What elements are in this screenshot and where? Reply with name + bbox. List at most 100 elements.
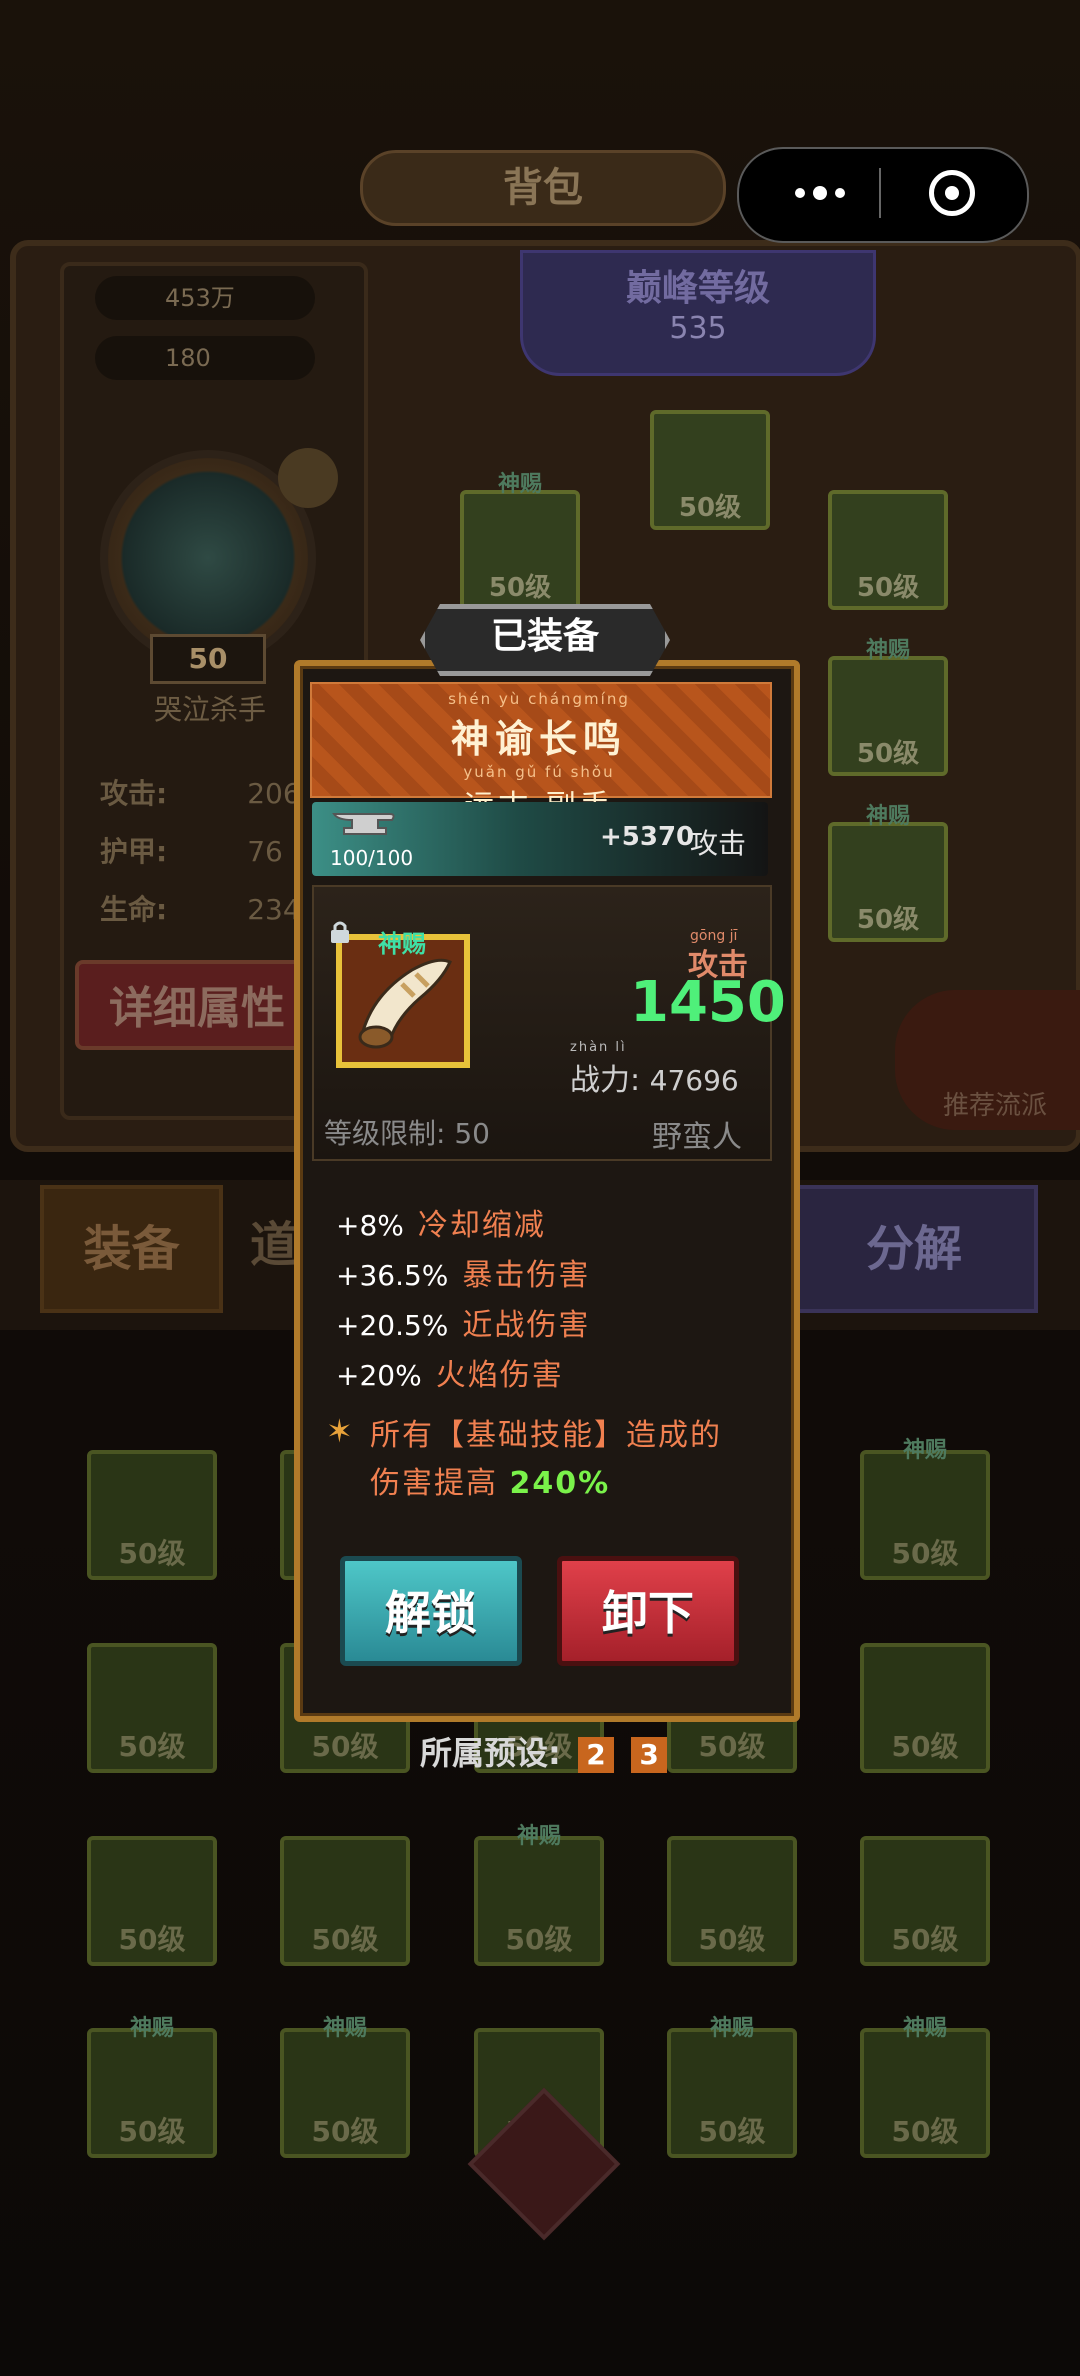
power-label: 战力: <box>570 1063 641 1098</box>
affix-row: +20% 火焰伤害 <box>336 1350 564 1394</box>
preset-row: 所属预设: 2 3 <box>420 1728 668 1774</box>
divine-tag: 神赐 <box>378 930 426 958</box>
inventory-slot[interactable]: 50级 <box>87 1836 217 1966</box>
gem-amount: 180 <box>95 336 315 380</box>
slot-level: 50级 <box>856 739 920 769</box>
affix-value: +20.5% <box>336 1309 449 1342</box>
equip-slot[interactable]: 神赐 50级 <box>460 472 580 610</box>
slot-level: 50级 <box>311 1923 379 1956</box>
backpack-title-text: 背包 <box>503 165 583 211</box>
skill-effect-line1: 所有【基础技能】造成的 <box>370 1418 722 1453</box>
inventory-slot[interactable]: 50级 <box>860 1836 990 1966</box>
lock-icon[interactable] <box>328 920 352 944</box>
skill-effect-value: 240% <box>509 1466 611 1501</box>
decompose-button[interactable]: 分解 <box>790 1185 1038 1313</box>
slot-tag: 神赐 <box>129 2016 174 2041</box>
anvil-icon <box>332 813 395 835</box>
item-name: 神谕长鸣 <box>450 717 627 761</box>
slot-tag: 神赐 <box>902 2016 947 2041</box>
affix-row: +8% 冷却缩减 <box>336 1200 546 1244</box>
slot-tag: 神赐 <box>497 472 542 497</box>
tab-items[interactable]: 道 <box>250 1205 298 1275</box>
slot-tag: 神赐 <box>902 1438 947 1463</box>
slot-level: 50级 <box>118 1923 186 1956</box>
slot-tag: 神赐 <box>865 804 910 829</box>
stat-attack-label: 攻击: <box>100 777 168 810</box>
level-requirement: 等级限制: 50 <box>324 1112 490 1152</box>
slot-level: 50级 <box>698 1730 766 1763</box>
stat-armor: 护甲: 76 <box>100 830 283 870</box>
attack-value: 1450 <box>630 970 786 1035</box>
inventory-slot[interactable]: 神赐 50级 <box>860 1438 990 1580</box>
forge-bonus-value: +5370 <box>600 822 695 852</box>
inventory-slot[interactable]: 神赐 50级 <box>87 2016 217 2158</box>
affix-desc: 火焰伤害 <box>435 1358 564 1393</box>
level-requirement-label: 等级限制: <box>324 1117 446 1150</box>
slot-level: 50级 <box>856 573 920 603</box>
inventory-slot[interactable]: 50级 <box>280 1836 410 1966</box>
affix-value: +8% <box>336 1209 404 1242</box>
power-value: 47696 <box>649 1064 739 1097</box>
peak-level-banner: 巅峰等级 535 <box>520 250 876 376</box>
slot-level: 50级 <box>891 1730 959 1763</box>
gold-amount: 453万 <box>95 276 315 320</box>
star-icon: ✶ <box>326 1412 353 1450</box>
skill-effect-prefix: 伤害提高 <box>370 1466 498 1501</box>
inventory-slot[interactable]: 50级 <box>87 1450 217 1580</box>
player-level-badge: 50 <box>150 634 266 684</box>
equip-slot[interactable]: 50级 <box>650 410 770 530</box>
slot-level: 50级 <box>891 1923 959 1956</box>
slot-tag: 神赐 <box>322 2016 367 2041</box>
equip-slot[interactable]: 神赐 50级 <box>828 804 948 942</box>
slot-level: 50级 <box>118 1537 186 1570</box>
inventory-slot[interactable]: 50级 <box>860 1643 990 1773</box>
equipped-banner: 已装备 <box>420 604 670 676</box>
slot-level: 50级 <box>698 1923 766 1956</box>
stat-armor-label: 护甲: <box>100 835 168 868</box>
slot-tag: 神赐 <box>709 2016 754 2041</box>
inventory-slot[interactable]: 神赐 50级 <box>280 2016 410 2158</box>
unequip-button[interactable]: 卸下 <box>557 1556 739 1666</box>
preset-badge[interactable]: 3 <box>631 1737 668 1773</box>
slot-tag: 神赐 <box>865 638 910 663</box>
power-row: zhàn lì 战力: 47696 <box>570 1040 739 1099</box>
forge-bonus-label: 攻击 <box>690 827 747 860</box>
more-menu-button[interactable] <box>775 168 865 218</box>
refresh-icon[interactable] <box>278 448 338 508</box>
backpack-title: 背包 <box>360 150 726 226</box>
slot-level: 50级 <box>856 905 920 935</box>
class-requirement: 野蛮人 <box>652 1120 742 1155</box>
player-name: 哭泣杀手 <box>153 693 266 726</box>
affix-row: +36.5% 暴击伤害 <box>336 1250 590 1294</box>
inventory-slot[interactable]: 神赐 50级 <box>667 2016 797 2158</box>
peak-level-label: 巅峰等级 <box>625 268 770 309</box>
slot-level: 50级 <box>311 1730 379 1763</box>
preset-badge[interactable]: 2 <box>577 1737 614 1773</box>
slot-level: 50级 <box>488 573 552 603</box>
slot-level: 50级 <box>118 1730 186 1763</box>
equip-slot[interactable]: 神赐 50级 <box>828 638 948 776</box>
capsule-divider <box>879 168 881 218</box>
close-miniprogram-icon[interactable] <box>929 170 975 216</box>
inventory-slot[interactable]: 神赐 50级 <box>474 1824 604 1966</box>
recommend-build-button[interactable]: 推荐流派 <box>895 990 1080 1130</box>
stat-armor-value: 76 <box>247 835 283 868</box>
slot-level: 50级 <box>505 1923 573 1956</box>
slot-level: 50级 <box>311 2115 379 2148</box>
slot-level: 50级 <box>698 2115 766 2148</box>
inventory-slot[interactable]: 50级 <box>87 1643 217 1773</box>
affix-desc: 冷却缩减 <box>417 1208 546 1243</box>
slot-level: 50级 <box>118 2115 186 2148</box>
stat-health-label: 生命: <box>100 893 168 926</box>
unlock-button[interactable]: 解锁 <box>340 1556 522 1666</box>
slot-level: 50级 <box>678 493 742 523</box>
power-pinyin: zhàn lì <box>570 1040 627 1055</box>
equip-slot[interactable]: 50级 <box>828 490 948 610</box>
affix-value: +36.5% <box>336 1259 449 1292</box>
tab-equipment[interactable]: 装备 <box>40 1185 223 1313</box>
dot-icon <box>835 188 845 198</box>
level-requirement-value: 50 <box>454 1117 490 1150</box>
slot-level: 50级 <box>891 2115 959 2148</box>
inventory-slot[interactable]: 神赐 50级 <box>860 2016 990 2158</box>
inventory-slot[interactable]: 50级 <box>667 1836 797 1966</box>
